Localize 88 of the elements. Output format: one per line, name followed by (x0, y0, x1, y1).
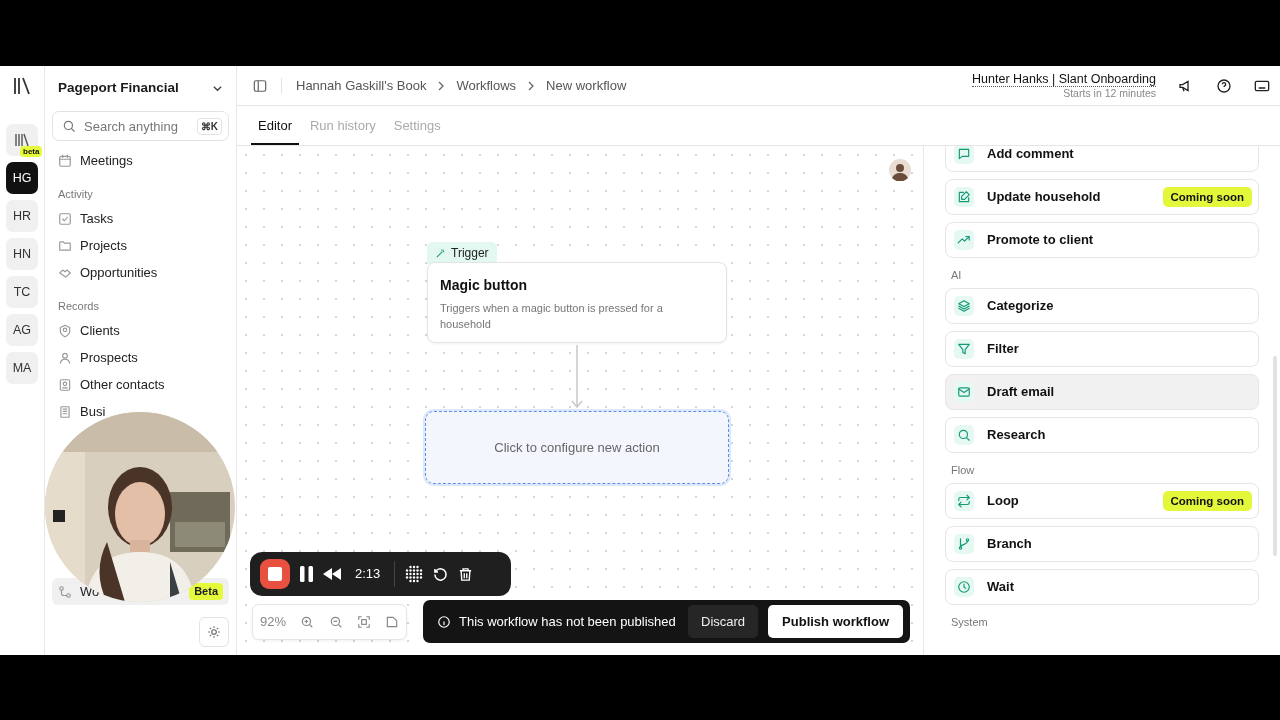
beta-badge: Beta (189, 583, 223, 600)
connector-arrow (571, 345, 583, 409)
discard-button[interactable]: Discard (688, 605, 759, 638)
publish-button[interactable]: Publish workflow (768, 605, 903, 638)
filter-icon (957, 342, 971, 356)
branch-icon (957, 537, 971, 551)
wand-icon (435, 247, 446, 259)
layers-icon (957, 299, 971, 313)
fit-view-icon[interactable] (356, 615, 371, 629)
workspace-button[interactable]: AG (6, 314, 38, 346)
sidebar-item[interactable]: Projects (52, 232, 229, 259)
trash-icon[interactable] (458, 565, 474, 583)
zoom-in-icon[interactable] (300, 615, 315, 629)
recording-time: 2:13 (355, 565, 381, 584)
contact-card-icon (58, 377, 72, 392)
workspace-switcher[interactable]: Pageport Financial (52, 66, 229, 110)
breadcrumb-link[interactable]: Hannah Gaskill's Book (296, 75, 427, 96)
action-item[interactable]: Wait (945, 569, 1259, 605)
section-heading: Flow (950, 464, 976, 476)
folder-icon (58, 238, 72, 253)
action-item[interactable]: Loop Coming soon (945, 483, 1259, 519)
action-item[interactable]: Branch (945, 526, 1259, 562)
clock-icon (957, 580, 971, 594)
node-description: Triggers when a magic button is pressed for a household (440, 301, 664, 332)
sidebar-item[interactable]: Opportunities (52, 259, 229, 286)
logo-icon (12, 76, 32, 96)
workspace-button[interactable]: HN (6, 238, 38, 270)
zoom-out-icon[interactable] (328, 615, 343, 629)
breadcrumb-link[interactable]: Workflows (456, 75, 517, 96)
grid-icon[interactable] (405, 565, 424, 583)
search-icon (62, 119, 76, 133)
section-heading: System (950, 616, 989, 628)
meeting-title[interactable]: Hunter Hanks | Slant Onboarding (972, 71, 1156, 87)
info-icon (437, 614, 451, 629)
restart-icon[interactable] (433, 566, 449, 582)
sun-icon (207, 625, 221, 639)
node-title: Magic button (440, 277, 529, 294)
stop-icon (268, 567, 282, 581)
breadcrumb-link[interactable]: New workflow (546, 75, 627, 96)
banner-message: This workflow has not been published (459, 612, 676, 631)
mail-icon (957, 385, 971, 399)
section-heading: Activity (57, 187, 94, 202)
section-heading: Records (57, 299, 100, 314)
help-icon[interactable] (1216, 77, 1232, 94)
sidebar-item[interactable]: Clients (52, 317, 229, 344)
zoom-level: 92% (260, 613, 287, 632)
workspace-button[interactable]: HG (6, 162, 38, 194)
sidebar-item[interactable]: Busi (52, 398, 229, 425)
action-item[interactable]: Add comment (945, 146, 1259, 172)
avatar (889, 159, 911, 181)
trigger-node[interactable]: Magic button Triggers when a magic button is pressed for a household (427, 262, 727, 343)
library-icon (14, 133, 30, 147)
calendar-icon (58, 153, 72, 168)
sidebar-toggle-icon[interactable] (253, 78, 267, 93)
pause-icon[interactable] (300, 566, 313, 582)
action-item[interactable]: Update household Coming soon (945, 179, 1259, 215)
search-icon (957, 428, 971, 442)
coming-soon-badge: Coming soon (1162, 187, 1252, 207)
shield-user-icon (58, 323, 72, 338)
person-icon (58, 350, 72, 365)
loop-icon (957, 494, 971, 508)
sidebar-item[interactable]: Tasks (52, 205, 229, 232)
stop-button[interactable] (260, 559, 290, 589)
workflow-icon (58, 584, 72, 599)
action-item[interactable]: Categorize (945, 288, 1259, 324)
rewind-icon[interactable] (323, 568, 341, 580)
sidebar-item[interactable]: Meetings (52, 147, 229, 174)
workspace-button[interactable]: TC (6, 276, 38, 308)
beta-badge: beta (20, 146, 43, 157)
shortcut-key: ⌘K (196, 118, 222, 135)
section-heading: AI (950, 269, 963, 281)
new-action-node[interactable]: Click to configure new action (425, 411, 729, 484)
action-item[interactable]: Research (945, 417, 1259, 453)
checkbox-icon (58, 211, 72, 226)
comment-icon (957, 147, 971, 161)
sidebar-item[interactable]: Prospects (52, 344, 229, 371)
workspace-button[interactable]: HR (6, 200, 38, 232)
sidebar-item[interactable]: Other contacts (52, 371, 229, 398)
action-item[interactable]: Draft email (945, 374, 1259, 410)
trigger-tag: Trigger (427, 242, 497, 264)
note-icon[interactable] (384, 615, 399, 629)
coming-soon-badge: Coming soon (1162, 491, 1252, 511)
building-icon (58, 404, 72, 419)
action-item[interactable]: Promote to client (945, 222, 1259, 258)
meeting-time: Starts in 12 minutes (1062, 86, 1156, 100)
action-item[interactable]: Filter (945, 331, 1259, 367)
workspace-button[interactable]: MA (6, 352, 38, 384)
edit-icon (957, 190, 971, 204)
